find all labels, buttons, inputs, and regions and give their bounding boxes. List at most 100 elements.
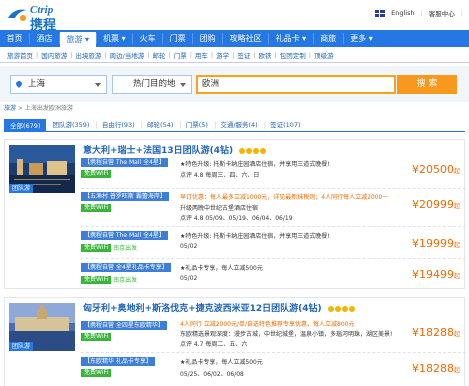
option-schedule: 05/02 — [180, 243, 198, 250]
breadcrumb-home[interactable]: 旅游 — [4, 105, 16, 112]
product-title[interactable]: 意大利+瑞士+法国13日团队游(4钻) — [83, 143, 267, 156]
wifi-badge: 免费WiFi — [81, 204, 112, 212]
search-input-value: 欧洲 — [202, 79, 220, 89]
wifi-badge: 免费WiFi — [81, 369, 112, 377]
tab-independent[interactable]: 自由行(93) — [98, 119, 139, 131]
tab-group-tour[interactable]: 团队游(359) — [48, 119, 93, 131]
main-nav: 首页 酒店 旅游 ▾ 机票 ▾ 火车 门票 团购 攻略社区 礼品卡 ▾ 商旅 更… — [0, 30, 469, 47]
price-suffix: 起 — [453, 168, 460, 175]
option-price: ¥20500起 — [411, 163, 460, 176]
price-suffix: 起 — [453, 273, 460, 280]
star-icon — [341, 305, 348, 312]
price-value: 19999 — [418, 237, 454, 250]
star-icon — [239, 147, 246, 154]
subnav-item[interactable]: 出境旅游 — [72, 50, 104, 60]
option-promo: 早订优惠：每人最多立减1000元，详见最新抹税则；4人同行每人立减2000一 — [180, 194, 389, 201]
rating-stars — [239, 146, 267, 156]
subnav-item[interactable]: 签证 — [234, 50, 253, 60]
tab-transport-service[interactable]: 交通/服务(4) — [216, 119, 261, 131]
option-price: ¥20999起 — [411, 198, 460, 211]
price-value: 18288 — [418, 326, 454, 339]
departure-city-select[interactable]: 上海 — [10, 75, 107, 94]
nav-gift-card[interactable]: 礼品卡 ▾ — [269, 30, 313, 47]
subnav-item[interactable]: 旅游首页 — [4, 50, 36, 60]
product-option-row[interactable]: 【携程自营 The Mall 全4星】 免费WiFi ★特色升级: 托斯卡纳庄园… — [81, 158, 466, 188]
search-button[interactable]: 搜 索 — [397, 75, 457, 94]
sub-nav: 旅游首页 | 国内旅游 | 出境旅游 | 周边/当地游 | 邮轮 | 门票 | 用车 | 游学… — [0, 47, 469, 63]
nav-business[interactable]: 商旅 — [314, 30, 343, 47]
nav-hotel[interactable]: 酒店 — [30, 30, 59, 47]
wifi-label: 免费WiFi — [81, 243, 112, 252]
nav-flights[interactable]: 机票 ▾ — [97, 30, 133, 47]
departure-city-value: 上海 — [28, 79, 46, 89]
option-feature: ★特色升级: 托斯卡纳庄园酒店住宿，并享用三道式晚餐! — [180, 161, 330, 168]
uk-flag-icon — [375, 9, 386, 17]
dropdown-caret-icon — [180, 83, 186, 87]
price-value: 18288 — [418, 362, 454, 375]
service-center-link[interactable]: 客服中心 — [429, 8, 455, 18]
product-card: 团队游 匈牙利+奥地利+斯洛伐克+捷克波西米亚12日团队游(4钻) 【携程自营 … — [4, 297, 466, 386]
ctrip-logo[interactable]: Ctrip 携程 — [4, 3, 84, 33]
option-rating-schedule: 点评 4.8 每周三、四、六、日 — [180, 172, 260, 179]
nav-home[interactable]: 首页 — [0, 30, 29, 47]
option-feature: ★礼品卡专享，每人立减500元 — [180, 359, 263, 366]
product-title[interactable]: 匈牙利+奥地利+斯洛伐克+捷克波西米亚12日团队游(4钻) — [83, 301, 356, 314]
product-type-tag: 团队游 — [9, 184, 34, 193]
star-icon — [348, 305, 355, 312]
option-schedule: 05/25、06/02、06/08 — [180, 371, 244, 378]
tab-cruise[interactable]: 邮轮(54) — [143, 119, 177, 131]
nav-more[interactable]: 更多 ▾ — [344, 30, 380, 47]
subnav-item[interactable]: 周边/当地游 — [107, 50, 148, 60]
price-value: 19499 — [418, 268, 454, 281]
top-links: English | 客服中心 | — [375, 8, 463, 18]
wifi-badge: 免费WiFi 南京出发 — [81, 275, 137, 284]
star-icon — [246, 147, 253, 154]
nav-community[interactable]: 攻略社区 — [223, 30, 268, 47]
option-feature: ★特色升级: 托斯卡纳庄园酒店住宿，并享用三道式晚餐! — [180, 233, 330, 240]
product-title-text: 匈牙利+奥地利+斯洛伐克+捷克波西米亚12日团队游(4钻) — [83, 304, 322, 314]
search-bar: 上海 热门目的地 欧洲 搜 索 — [0, 66, 469, 102]
destination-select[interactable]: 热门目的地 — [112, 75, 192, 94]
subnav-item[interactable]: 邮轮 — [150, 50, 169, 60]
subnav-item[interactable]: 国内旅游 — [38, 50, 70, 60]
product-image[interactable]: 团队游 — [9, 303, 75, 351]
breadcrumb-current: 上海出发欧洲旅游 — [24, 105, 73, 112]
product-option-row[interactable]: 【五渔村 普罗旺斯 霸蕾海岸】 免费WiFi 早订优惠：每人最多立减1000元，… — [81, 188, 466, 226]
departure-note: 南京出发 — [113, 277, 138, 284]
star-icon — [260, 147, 267, 154]
option-badge: 【东欧精华 礼品卡专享】 — [81, 357, 155, 366]
subnav-item[interactable]: 门票 — [171, 50, 190, 60]
product-option-row[interactable]: 【携程自营 The Mall 全4星】 免费WiFi 南京出发 ★特色升级: 托斯… — [81, 226, 466, 258]
nav-tickets[interactable]: 门票 — [163, 30, 192, 47]
star-icon — [327, 305, 334, 312]
nav-train[interactable]: 火车 — [133, 30, 162, 47]
language-link[interactable]: English — [391, 9, 414, 17]
subnav-item[interactable]: 欧铁 — [256, 50, 275, 60]
option-feature: 升级两晚中世纪古堡酒店住宿 — [180, 205, 259, 212]
product-option-row[interactable]: 【携程自营 全四星东欧精华】 免费WiFi 4人同行 立减2000元/单/自选特… — [81, 316, 466, 352]
option-price: ¥18288起 — [411, 326, 460, 339]
nav-group-buy[interactable]: 团购 — [193, 30, 222, 47]
price-value: 20500 — [418, 163, 454, 176]
dropdown-caret-icon — [95, 83, 101, 87]
star-icon — [253, 147, 260, 154]
price-suffix: 起 — [453, 367, 460, 374]
subnav-item[interactable]: 包团定制 — [277, 50, 309, 60]
tab-tickets[interactable]: 门票(5) — [182, 119, 212, 131]
subnav-item[interactable]: 用车 — [192, 50, 211, 60]
subnav-item[interactable]: 游学 — [213, 50, 232, 60]
product-image[interactable]: 团队游 — [9, 145, 75, 193]
subnav-item[interactable]: 顶级游 — [311, 50, 337, 60]
option-rating-schedule: 点评 4.7 每周二、五、六 — [180, 341, 248, 348]
tab-visa[interactable]: 签证(107) — [266, 119, 304, 131]
nav-travel[interactable]: 旅游 ▾ — [60, 32, 96, 47]
search-input[interactable]: 欧洲 — [196, 75, 396, 94]
option-price: ¥18288起 — [411, 362, 460, 375]
product-option-row[interactable]: 【东欧精华 礼品卡专享】 免费WiFi ★礼品卡专享，每人立减500元 05/2… — [81, 352, 466, 384]
breadcrumb: 旅游 > 上海出发欧洲旅游 — [4, 103, 73, 112]
ctrip-logo-icon — [8, 9, 26, 21]
tab-all[interactable]: 全部(679) — [4, 119, 47, 131]
product-option-row[interactable]: 【携程自营 全4星礼品卡专享】 免费WiFi 南京出发 ★礼品卡专享，每人立减50… — [81, 258, 466, 288]
wifi-badge: 免费WiFi — [81, 333, 112, 341]
wifi-label: 免费WiFi — [81, 333, 112, 341]
